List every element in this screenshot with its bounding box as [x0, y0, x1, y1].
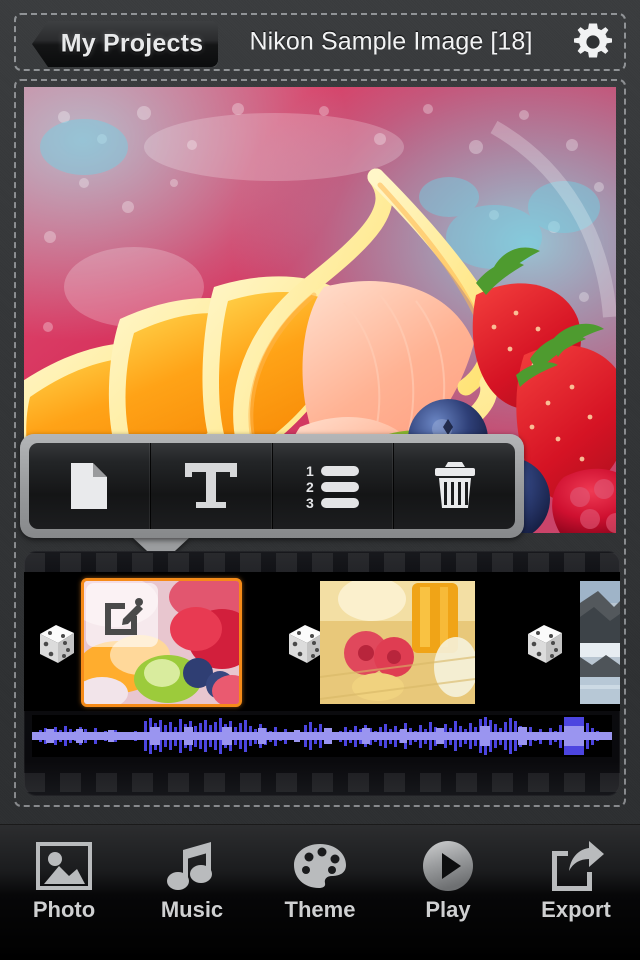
transition-3[interactable]	[518, 618, 570, 670]
duplicate-slide-button[interactable]	[29, 443, 151, 529]
app-root: My Projects Nikon Sample Image [18] 1 2 …	[0, 0, 640, 960]
tab-photo[interactable]: Photo	[0, 825, 128, 960]
waveform-graphic	[32, 715, 612, 757]
svg-text:3: 3	[306, 495, 314, 509]
numbered-list-icon: 1 2 3	[304, 463, 362, 509]
share-icon	[547, 837, 605, 895]
gear-icon	[570, 19, 616, 65]
tab-photo-label: Photo	[32, 897, 96, 922]
bottom-tab-bar: Photo Music Theme Play Export	[0, 824, 640, 960]
tab-export-label: Export	[541, 897, 611, 922]
settings-button[interactable]	[570, 19, 616, 65]
slide-1[interactable]	[81, 578, 242, 707]
tab-music-label: Music	[160, 897, 224, 922]
reorder-slides-button[interactable]: 1 2 3	[273, 443, 395, 529]
play-icon	[421, 837, 475, 895]
edit-icon	[100, 594, 144, 636]
tab-play[interactable]: Play	[384, 825, 512, 960]
dice-icon	[30, 618, 82, 670]
tab-play-label: Play	[425, 897, 471, 922]
back-button[interactable]: My Projects	[32, 21, 218, 67]
tab-export[interactable]: Export	[512, 825, 640, 960]
slide-actions-popover: 1 2 3	[20, 434, 524, 538]
edit-slide-badge[interactable]	[86, 583, 158, 647]
palette-icon	[292, 837, 348, 895]
timeline-filmstrip[interactable]	[24, 551, 620, 796]
slide-2-thumbnail	[320, 581, 475, 704]
header-bar: My Projects Nikon Sample Image [18]	[14, 13, 626, 71]
dice-icon	[518, 618, 570, 670]
back-button-label: My Projects	[60, 29, 204, 58]
svg-text:1: 1	[306, 463, 314, 479]
photo-icon	[36, 837, 92, 895]
transition-1[interactable]	[30, 618, 82, 670]
page-icon	[67, 460, 111, 512]
music-note-icon	[167, 837, 217, 895]
slide-2[interactable]	[320, 581, 475, 704]
slide-3-thumbnail	[580, 581, 620, 704]
tab-theme-label: Theme	[284, 897, 356, 922]
text-icon	[182, 460, 240, 512]
tab-music[interactable]: Music	[128, 825, 256, 960]
page-title: Nikon Sample Image [18]	[249, 27, 533, 56]
trash-icon	[432, 460, 478, 512]
film-sprockets-top	[24, 553, 620, 572]
slide-track	[24, 572, 620, 711]
film-sprockets-bottom	[24, 773, 620, 792]
delete-slide-button[interactable]	[394, 443, 515, 529]
svg-text:2: 2	[306, 479, 314, 495]
add-text-button[interactable]	[151, 443, 273, 529]
slide-3[interactable]	[580, 581, 620, 704]
audio-waveform[interactable]	[32, 715, 612, 757]
tab-theme[interactable]: Theme	[256, 825, 384, 960]
